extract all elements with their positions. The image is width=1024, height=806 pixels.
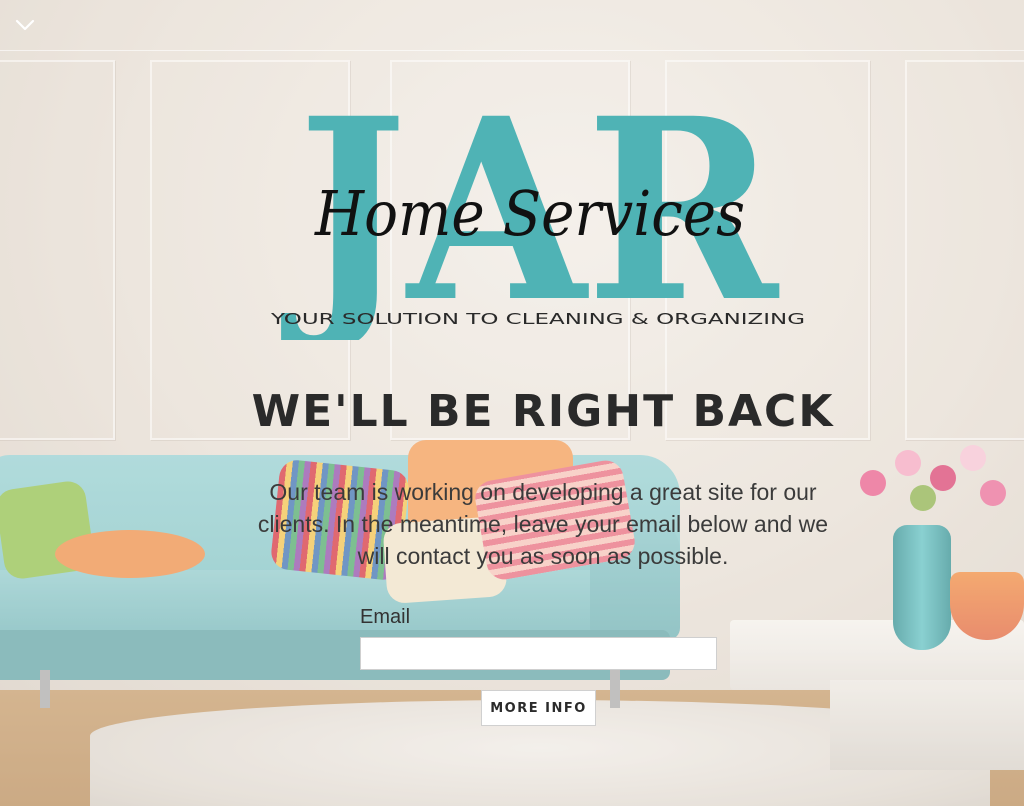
logo-tagline: YOUR SOLUTION TO CLEANING & ORGANIZING [269, 310, 805, 328]
intro-message: Our team is working on developing a grea… [257, 479, 829, 569]
site-logo: JAR Home Services YOUR SOLUTION TO CLEAN… [260, 63, 820, 357]
menu-toggle-button[interactable] [10, 10, 40, 40]
top-bar [0, 0, 1024, 51]
more-info-button[interactable]: MORE INFO [481, 690, 596, 726]
page-headline: WE'LL BE RIGHT BACK [251, 386, 835, 437]
chevron-down-icon [15, 16, 35, 35]
email-label: Email [360, 606, 411, 628]
logo-script: Home Services [314, 177, 745, 250]
email-input[interactable] [360, 637, 717, 670]
